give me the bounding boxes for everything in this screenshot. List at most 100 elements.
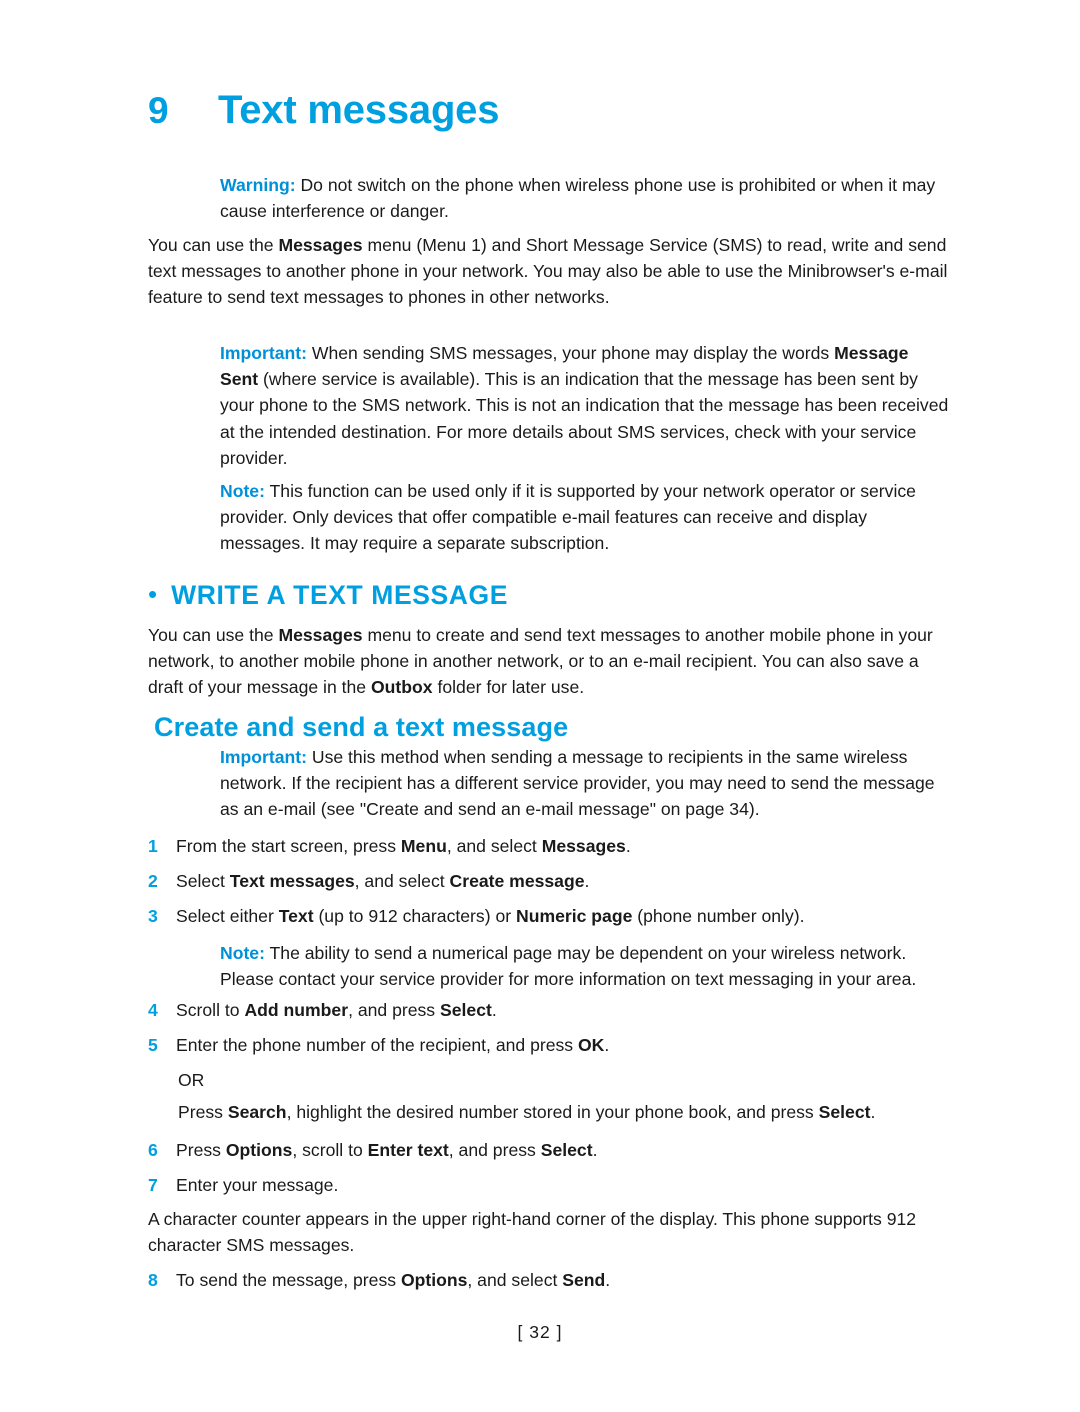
manual-page: 9 Text messages Warning: Do not switch o…	[0, 0, 1080, 1412]
step-3-text: Select either Text (up to 912 characters…	[176, 903, 948, 929]
text-run: Text	[278, 906, 314, 926]
step-5: 5 Enter the phone number of the recipien…	[148, 1032, 948, 1058]
text-run: Select	[176, 871, 230, 891]
text-run: Select	[440, 1000, 492, 1020]
warning-paragraph: Warning: Do not switch on the phone when…	[220, 172, 950, 224]
chapter-heading: 9 Text messages	[148, 88, 1008, 133]
text-run: (phone number only).	[632, 906, 805, 926]
text-run: , and select	[446, 836, 542, 856]
step-7: 7 Enter your message.	[148, 1172, 948, 1198]
step-6: 6 Press Options, scroll to Enter text, a…	[148, 1137, 948, 1163]
step-6-text: Press Options, scroll to Enter text, and…	[176, 1137, 948, 1163]
step-8-number: 8	[148, 1270, 158, 1290]
step-5-number: 5	[148, 1035, 158, 1055]
important-paragraph: Important: When sending SMS messages, yo…	[220, 340, 950, 471]
or-text: OR	[178, 1070, 205, 1090]
text-run: .	[584, 871, 590, 891]
step-3-number: 3	[148, 906, 158, 926]
text-run: .	[625, 836, 631, 856]
text-run: Scroll to	[176, 1000, 245, 1020]
text-run: Press	[176, 1140, 226, 1160]
text-run: .	[605, 1270, 611, 1290]
text-run: , and select	[354, 871, 450, 891]
important-label: Important:	[220, 343, 307, 363]
note2-paragraph: Note: The ability to send a numerical pa…	[220, 940, 960, 992]
section-text-3: folder for later use.	[432, 677, 585, 698]
text-run: Enter text	[367, 1140, 449, 1160]
search-paragraph: Press Search, highlight the desired numb…	[178, 1099, 968, 1125]
text-run: Enter the phone number of the recipient,…	[176, 1035, 578, 1055]
intro-bold-messages: Messages	[278, 235, 363, 255]
bullet-icon: •	[148, 578, 158, 609]
text-run: , highlight the desired number stored in…	[286, 1102, 819, 1122]
note-paragraph: Note: This function can be used only if …	[220, 478, 950, 557]
step-1-text: From the start screen, press Menu, and s…	[176, 833, 948, 859]
step-2-number: 2	[148, 871, 158, 891]
step-1-number: 1	[148, 836, 158, 856]
step-3: 3 Select either Text (up to 912 characte…	[148, 903, 948, 929]
chapter-title: Text messages	[218, 88, 500, 132]
text-run: .	[491, 1000, 497, 1020]
section-bold-messages: Messages	[278, 625, 363, 645]
intro-text-1: You can use the	[148, 235, 279, 255]
important-text-1: When sending SMS messages, your phone ma…	[306, 343, 835, 363]
text-run: .	[592, 1140, 598, 1160]
important2-text: Use this method when sending a message t…	[220, 747, 935, 820]
counter-paragraph: A character counter appears in the upper…	[148, 1209, 917, 1256]
text-run: Menu	[400, 836, 447, 856]
chapter-number: 9	[148, 90, 169, 131]
text-run: , and press	[448, 1140, 541, 1160]
step-1: 1 From the start screen, press Menu, and…	[148, 833, 948, 859]
note2-label: Note:	[220, 943, 265, 963]
warning-text: Do not switch on the phone when wireless…	[220, 175, 936, 222]
step-2: 2 Select Text messages, and select Creat…	[148, 868, 948, 894]
text-run: Options	[225, 1140, 293, 1160]
step-7-text: Enter your message.	[176, 1172, 948, 1198]
text-run: , scroll to	[292, 1140, 368, 1160]
text-run: OK	[577, 1035, 605, 1055]
section-heading-text: WRITE A TEXT MESSAGE	[171, 580, 508, 610]
step-4: 4 Scroll to Add number, and press Select…	[148, 997, 948, 1023]
step-5-text: Enter the phone number of the recipient,…	[176, 1032, 948, 1058]
step-8: 8 To send the message, press Options, an…	[148, 1267, 948, 1293]
warning-label: Warning:	[220, 175, 296, 195]
section-bold-outbox: Outbox	[370, 677, 433, 698]
step-8-text: To send the message, press Options, and …	[176, 1267, 948, 1293]
step-4-number: 4	[148, 1000, 158, 1020]
intro-paragraph: You can use the Messages menu (Menu 1) a…	[148, 232, 948, 311]
text-run: To send the message, press	[176, 1270, 401, 1290]
note-text: This function can be used only if it is …	[220, 481, 916, 554]
section-paragraph: You can use the Messages menu to create …	[148, 622, 953, 701]
text-run: .	[870, 1102, 876, 1122]
text-run: Create message	[449, 871, 585, 891]
text-run: , and select	[467, 1270, 563, 1290]
important2-paragraph: Important: Use this method when sending …	[220, 744, 950, 823]
text-run: Select	[818, 1102, 871, 1122]
note2-text: The ability to send a numerical page may…	[220, 943, 917, 990]
text-run: Send	[562, 1270, 606, 1290]
text-run: Select either	[176, 906, 279, 926]
step-6-number: 6	[148, 1140, 158, 1160]
step-7-number: 7	[148, 1175, 158, 1195]
subsection-heading: Create and send a text message	[154, 712, 569, 742]
text-run: Enter your message.	[176, 1175, 339, 1195]
text-run: Select	[540, 1140, 593, 1160]
step-4-text: Scroll to Add number, and press Select.	[176, 997, 948, 1023]
text-run: , and press	[348, 1000, 440, 1020]
text-run: Press	[178, 1102, 228, 1122]
text-run: Numeric page	[516, 906, 633, 926]
section-text-1: You can use the	[148, 625, 279, 645]
text-run: Options	[400, 1270, 468, 1290]
text-run: (up to 912 characters) or	[313, 906, 516, 926]
text-run: From the start screen, press	[176, 836, 401, 856]
important2-label: Important:	[220, 747, 307, 767]
text-run: Add number	[244, 1000, 349, 1020]
note-label: Note:	[220, 481, 265, 501]
text-run: Text messages	[229, 871, 355, 891]
text-run: Search	[227, 1102, 287, 1122]
important-text-2: (where service is available). This is an…	[220, 369, 949, 468]
step-2-text: Select Text messages, and select Create …	[176, 868, 948, 894]
section-heading-write-a-text-message: • WRITE A TEXT MESSAGE	[148, 580, 508, 611]
page-number-footer: [ 32 ]	[517, 1322, 563, 1342]
text-run: Messages	[541, 836, 626, 856]
